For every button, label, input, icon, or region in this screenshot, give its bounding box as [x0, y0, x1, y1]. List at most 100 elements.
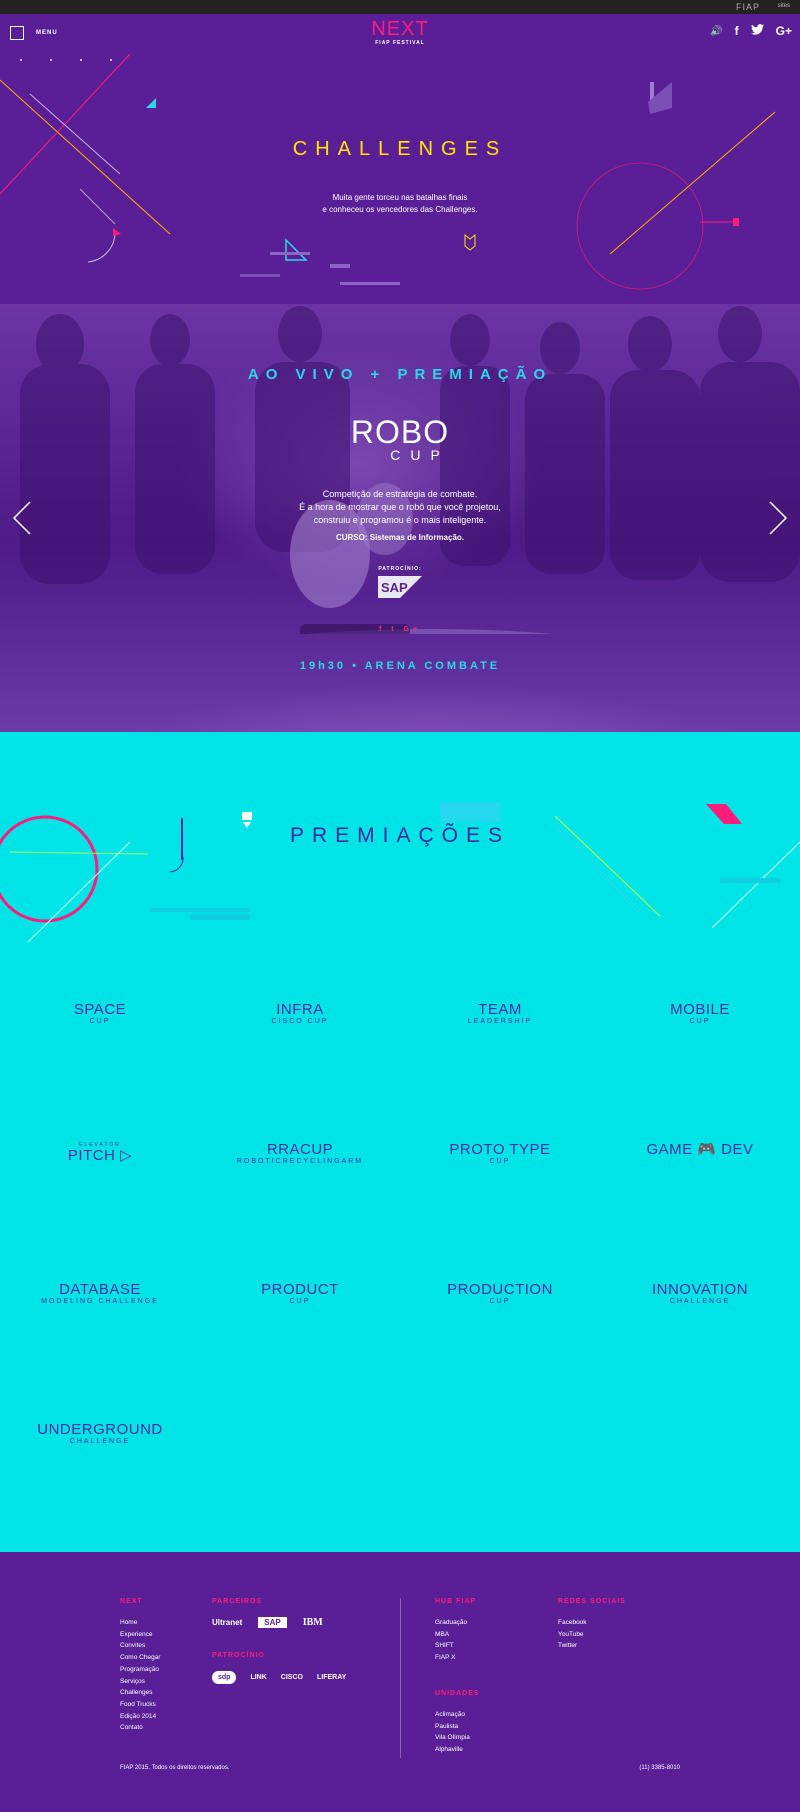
header-social: 🔊 f G+ [710, 24, 792, 38]
footer-next-heading: NEXT [120, 1598, 143, 1605]
sites-link[interactable]: sites [778, 3, 790, 9]
footer-link[interactable]: Home [120, 1617, 160, 1629]
footer-link[interactable]: MBA [435, 1629, 480, 1641]
award-name: SPACE [73, 1001, 127, 1018]
footer-link[interactable]: Programação [120, 1664, 160, 1676]
footer-link[interactable]: YouTube [558, 1629, 626, 1641]
award-name: GAME 🎮 DEV [646, 1141, 754, 1158]
phone-number: (11) 3385-8010 [639, 1765, 680, 1771]
footer-link[interactable]: Challenges [120, 1687, 160, 1699]
site-footer: NEXT Home Experience Convites Como Chegar Pr… [0, 1552, 800, 1812]
footer-link[interactable]: Alphaville [435, 1744, 480, 1756]
footer-link[interactable]: Twitter [558, 1640, 626, 1652]
award-subtitle: LEADERSHIP [467, 1018, 533, 1025]
sap-partner-logo[interactable]: SAP [258, 1617, 287, 1628]
ultranet-logo[interactable]: Ultranet [212, 1618, 242, 1627]
hero-description: Muita gente torceu nas batalhas finais e… [0, 192, 800, 216]
award-name: PRODUCTION [447, 1281, 553, 1298]
footer-social-heading: REDES SOCIAIS [558, 1598, 626, 1605]
slide-share-icons[interactable]: f t G+ [0, 626, 800, 633]
copyright: FIAP 2015. Todos os direitos reservados. [120, 1765, 230, 1771]
footer-link[interactable]: SHIFT [435, 1640, 480, 1652]
award-name: PRODUCT [261, 1281, 339, 1298]
footer-social-links: Facebook YouTube Twitter [558, 1617, 626, 1652]
footer-link[interactable]: FIAP X [435, 1652, 480, 1664]
award-name: TEAM [478, 1001, 522, 1018]
sap-logo-text: SAP [381, 580, 408, 595]
footer-link[interactable]: Edição 2014 [120, 1711, 160, 1723]
link-logo[interactable]: LINK [250, 1674, 266, 1681]
footer-next-links: Home Experience Convites Como Chegar Program… [120, 1617, 160, 1734]
sponsor-label: PATROCÍNIO: [378, 566, 422, 572]
footer-sponsor-heading: PATROCÍNIO [212, 1652, 265, 1659]
award-subtitle: CUP [89, 1018, 111, 1025]
logo-subtitle: FIAP FESTIVAL [375, 40, 425, 46]
award-item[interactable]: PRODUCT CUP [200, 1282, 400, 1332]
slide-course: CURSO: Sistemas de Informação. [335, 533, 465, 542]
footer-next-column: NEXT Home Experience Convites Como Chegar Pr… [120, 1598, 160, 1734]
award-item[interactable]: RRACUP ROBOTICRECYCLINGARM [200, 1142, 400, 1192]
award-subtitle: CUP [489, 1158, 511, 1165]
footer-partners-column: PARCEIROS Ultranet SAP IBM PATROCÍNIO sd… [212, 1598, 346, 1684]
award-name: RRACUP [266, 1141, 334, 1158]
footer-link[interactable]: Aclimação [435, 1709, 480, 1721]
hero-section: MENU NEXT FIAP FESTIVAL 🔊 f G+ CHALLENGE… [0, 14, 800, 304]
award-item[interactable]: PRODUCTION CUP [400, 1282, 600, 1332]
footer-link[interactable]: Serviços [120, 1676, 160, 1688]
robo-logo-main: ROBO [350, 414, 450, 450]
award-item[interactable]: INFRA CISCO CUP [200, 1002, 400, 1052]
award-subtitle: CUP [289, 1298, 311, 1305]
liferay-logo[interactable]: LIFERAY [317, 1674, 346, 1681]
award-item[interactable]: PROTO TYPE CUP [400, 1142, 600, 1192]
footer-link[interactable]: Paulista [435, 1721, 480, 1733]
footer-link[interactable]: Vila Olímpia [435, 1732, 480, 1744]
slide-time-separator: • [352, 660, 365, 672]
awards-title: PREMIAÇÕES [289, 824, 511, 847]
fiap-brand-link[interactable]: FIAP [736, 2, 760, 12]
twitter-icon[interactable] [750, 24, 764, 38]
footer-link[interactable]: Experience [120, 1629, 160, 1641]
hero-title: CHALLENGES [292, 138, 508, 160]
footer-partners-heading: PARCEIROS [212, 1598, 263, 1605]
footer-link[interactable]: Convites [120, 1640, 160, 1652]
footer-divider [400, 1598, 401, 1758]
footer-link[interactable]: Contato [120, 1722, 160, 1734]
award-subtitle: CUP [689, 1018, 711, 1025]
next-arrow-icon[interactable] [768, 500, 788, 536]
award-name: PROTO TYPE [449, 1141, 551, 1158]
footer-link[interactable]: Como Chegar [120, 1652, 160, 1664]
award-name: UNDERGROUND [37, 1421, 163, 1438]
top-bar: FIAP sites [0, 0, 800, 14]
sound-icon[interactable]: 🔊 [710, 26, 722, 37]
footer-hub-column: HUB FIAP Graduação MBA SHIFT FIAP X UNIDADE… [435, 1598, 480, 1756]
sponsor-logos: sdp LINK CISCO LIFERAY [212, 1671, 346, 1684]
facebook-icon[interactable]: f [735, 24, 739, 38]
next-logo[interactable]: NEXT FIAP FESTIVAL [0, 18, 800, 46]
award-subtitle: CISCO CUP [271, 1018, 329, 1025]
slide-desc-line3: construiu e programou é o mais inteligen… [313, 515, 487, 525]
footer-link[interactable]: Food Trucks [120, 1699, 160, 1711]
award-item[interactable]: ELEVATOR PITCH ▷ [0, 1142, 200, 1192]
sap-logo: SAP [378, 576, 422, 598]
sdp-logo[interactable]: sdp [212, 1671, 237, 1684]
award-name: DATABASE [59, 1281, 141, 1298]
award-item[interactable]: DATABASE MODELING CHALLENGE [0, 1282, 200, 1332]
prev-arrow-icon[interactable] [12, 500, 32, 536]
awards-section: PREMIAÇÕES SPACE CUP INFRA CISCO CUP TEAM LEA… [0, 732, 800, 1552]
challenge-slide: AO VIVO + PREMIAÇÃO ROBO CUP Competição … [0, 304, 800, 732]
footer-units-heading: UNIDADES [435, 1689, 480, 1697]
google-plus-icon[interactable]: G+ [776, 24, 792, 38]
award-item[interactable]: TEAM LEADERSHIP [400, 1002, 600, 1052]
cisco-logo[interactable]: CISCO [281, 1674, 303, 1681]
footer-link[interactable]: Graduação [435, 1617, 480, 1629]
slide-desc-line1: Competição de estratégia de combate. [322, 489, 478, 499]
ibm-logo[interactable]: IBM [303, 1617, 323, 1628]
award-item[interactable]: MOBILE CUP [600, 1002, 800, 1052]
award-item[interactable]: INNOVATION CHALLENGE [600, 1282, 800, 1332]
award-item[interactable]: UNDERGROUND CHALLENGE [0, 1422, 200, 1472]
award-item[interactable]: GAME 🎮 DEV [600, 1142, 800, 1192]
award-subtitle: ROBOTICRECYCLINGARM [236, 1158, 364, 1165]
award-item[interactable]: SPACE CUP [0, 1002, 200, 1052]
footer-link[interactable]: Facebook [558, 1617, 626, 1629]
robo-logo-sub: CUP [390, 447, 450, 463]
